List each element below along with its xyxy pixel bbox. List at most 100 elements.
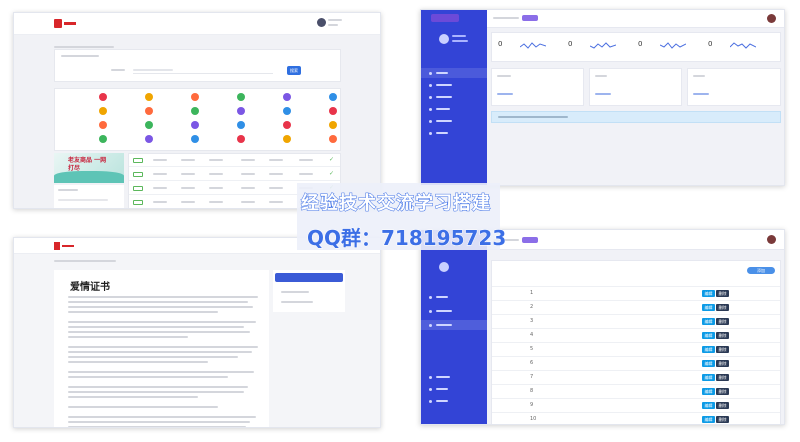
- edit-button[interactable]: 编辑: [702, 360, 715, 367]
- topbar-avatar[interactable]: [767, 14, 776, 23]
- stat-1-sparkline: [520, 42, 546, 49]
- delete-button[interactable]: 删除: [716, 402, 729, 409]
- edit-button[interactable]: 编辑: [702, 290, 715, 297]
- article-title: 爱情证书: [70, 282, 110, 293]
- sidebar2-item-3[interactable]: [421, 320, 487, 330]
- delete-button[interactable]: 删除: [716, 290, 729, 297]
- category-item[interactable]: [221, 121, 261, 131]
- sidebar2-item-1[interactable]: [421, 292, 487, 302]
- edit-button[interactable]: 编辑: [702, 318, 715, 325]
- category-icon: [191, 93, 199, 101]
- search-button[interactable]: 搜索: [287, 66, 301, 75]
- category-item[interactable]: [129, 121, 169, 131]
- site-logo[interactable]: [54, 19, 76, 28]
- category-item[interactable]: [267, 135, 307, 145]
- edit-button[interactable]: 编辑: [702, 416, 715, 423]
- category-item[interactable]: [267, 93, 307, 103]
- delete-button[interactable]: 删除: [716, 374, 729, 381]
- row-id: 1: [530, 290, 534, 296]
- table-row: 6 编辑 删除: [492, 357, 780, 371]
- category-item[interactable]: [313, 121, 353, 131]
- category-item[interactable]: [221, 107, 261, 117]
- row-id: 2: [530, 304, 534, 310]
- table-row: 2 编辑 删除: [492, 301, 780, 315]
- sidebar-item-5[interactable]: [421, 116, 487, 126]
- delete-button[interactable]: 删除: [716, 318, 729, 325]
- edit-button[interactable]: 编辑: [702, 402, 715, 409]
- recommend-button[interactable]: [275, 273, 343, 282]
- sidebar2-item-4[interactable]: [421, 372, 487, 382]
- category-icon: [237, 121, 245, 129]
- delete-button[interactable]: 删除: [716, 346, 729, 353]
- sidebar2-item-5[interactable]: [421, 384, 487, 394]
- sidebar-item-4[interactable]: [421, 104, 487, 114]
- category-item[interactable]: [221, 93, 261, 103]
- category-item[interactable]: [83, 135, 123, 145]
- admin-table-panel: 添加 1 编辑 删除 2 编辑 删除 3 编辑 删除 4 编辑 删除 5 编辑 删除 6 编辑 删除 7 编辑 删除 8 编…: [420, 229, 785, 425]
- search-input[interactable]: [133, 66, 273, 74]
- category-item[interactable]: [83, 107, 123, 117]
- article-text-line: [68, 296, 258, 298]
- sidebar-item-1[interactable]: [421, 68, 487, 78]
- article-text-line: [68, 361, 208, 363]
- sidebar-item-3[interactable]: [421, 92, 487, 102]
- resource-row[interactable]: ✓: [129, 154, 340, 167]
- article-site-logo[interactable]: [54, 242, 76, 250]
- breadcrumb: [54, 46, 114, 48]
- edit-button[interactable]: 编辑: [702, 374, 715, 381]
- promo-banner[interactable]: 老友商品 一网打尽: [54, 153, 124, 183]
- resource-tag: [133, 172, 143, 177]
- article-text-line: [68, 306, 253, 308]
- category-icon: [283, 107, 291, 115]
- stat-4-sparkline: [730, 42, 756, 49]
- admin-topbar-2: [487, 230, 784, 250]
- check-icon: ✓: [329, 170, 335, 177]
- edit-button[interactable]: 编辑: [702, 332, 715, 339]
- category-icon: [237, 107, 245, 115]
- table-header: [492, 277, 780, 287]
- sidebar-item-6[interactable]: [421, 128, 487, 138]
- delete-button[interactable]: 删除: [716, 360, 729, 367]
- stat-2-value: 0: [568, 40, 573, 48]
- delete-button[interactable]: 删除: [716, 332, 729, 339]
- delete-button[interactable]: 删除: [716, 416, 729, 423]
- category-item[interactable]: [221, 135, 261, 145]
- sidebar-item-2[interactable]: [421, 80, 487, 90]
- category-item[interactable]: [129, 135, 169, 145]
- sidebar2-item-2[interactable]: [421, 306, 487, 316]
- category-item[interactable]: [83, 121, 123, 131]
- category-item[interactable]: [313, 107, 353, 117]
- row-id: 10: [530, 416, 537, 422]
- category-item[interactable]: [175, 107, 215, 117]
- category-item[interactable]: [175, 135, 215, 145]
- delete-button[interactable]: 删除: [716, 388, 729, 395]
- category-item[interactable]: [129, 93, 169, 103]
- delete-button[interactable]: 删除: [716, 304, 729, 311]
- category-item[interactable]: [175, 121, 215, 131]
- article-text-line: [68, 376, 228, 378]
- category-item[interactable]: [267, 121, 307, 131]
- category-icon: [191, 121, 199, 129]
- edit-button[interactable]: 编辑: [702, 304, 715, 311]
- category-item[interactable]: [313, 93, 353, 103]
- category-item[interactable]: [129, 107, 169, 117]
- watermark-line2: QQ群：718195723: [306, 226, 507, 251]
- add-button[interactable]: 添加: [747, 267, 775, 274]
- edit-button[interactable]: 编辑: [702, 388, 715, 395]
- edit-button[interactable]: 编辑: [702, 346, 715, 353]
- resource-row[interactable]: ✓: [129, 168, 340, 181]
- category-item[interactable]: [313, 135, 353, 145]
- topbar2-avatar[interactable]: [767, 235, 776, 244]
- article-text-line: [68, 331, 250, 333]
- category-item[interactable]: [267, 107, 307, 117]
- article-text-line: [68, 416, 256, 418]
- category-item[interactable]: [83, 93, 123, 103]
- category-icon: [191, 107, 199, 115]
- category-icon: [99, 93, 107, 101]
- category-item[interactable]: [175, 93, 215, 103]
- category-icon: [145, 93, 153, 101]
- category-icon: [283, 135, 291, 143]
- user-avatar[interactable]: [317, 18, 326, 27]
- sidebar2-item-6[interactable]: [421, 396, 487, 406]
- admin-logo[interactable]: [431, 14, 459, 22]
